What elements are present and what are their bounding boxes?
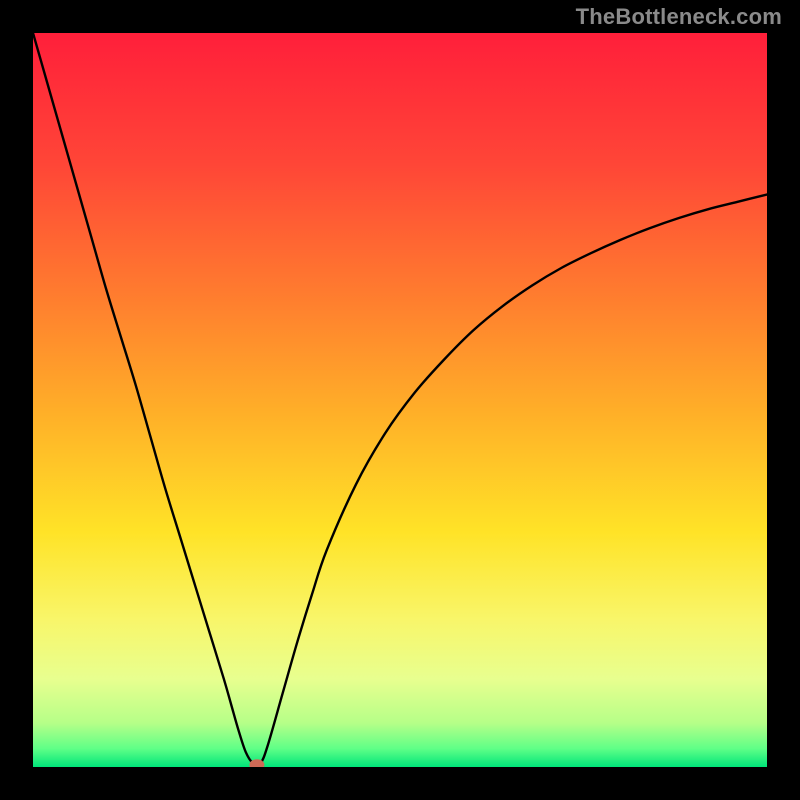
gradient-background (33, 33, 767, 767)
bottleneck-curve-chart (33, 33, 767, 767)
watermark-text: TheBottleneck.com (576, 4, 782, 30)
plot-area (33, 33, 767, 767)
chart-frame: TheBottleneck.com (0, 0, 800, 800)
